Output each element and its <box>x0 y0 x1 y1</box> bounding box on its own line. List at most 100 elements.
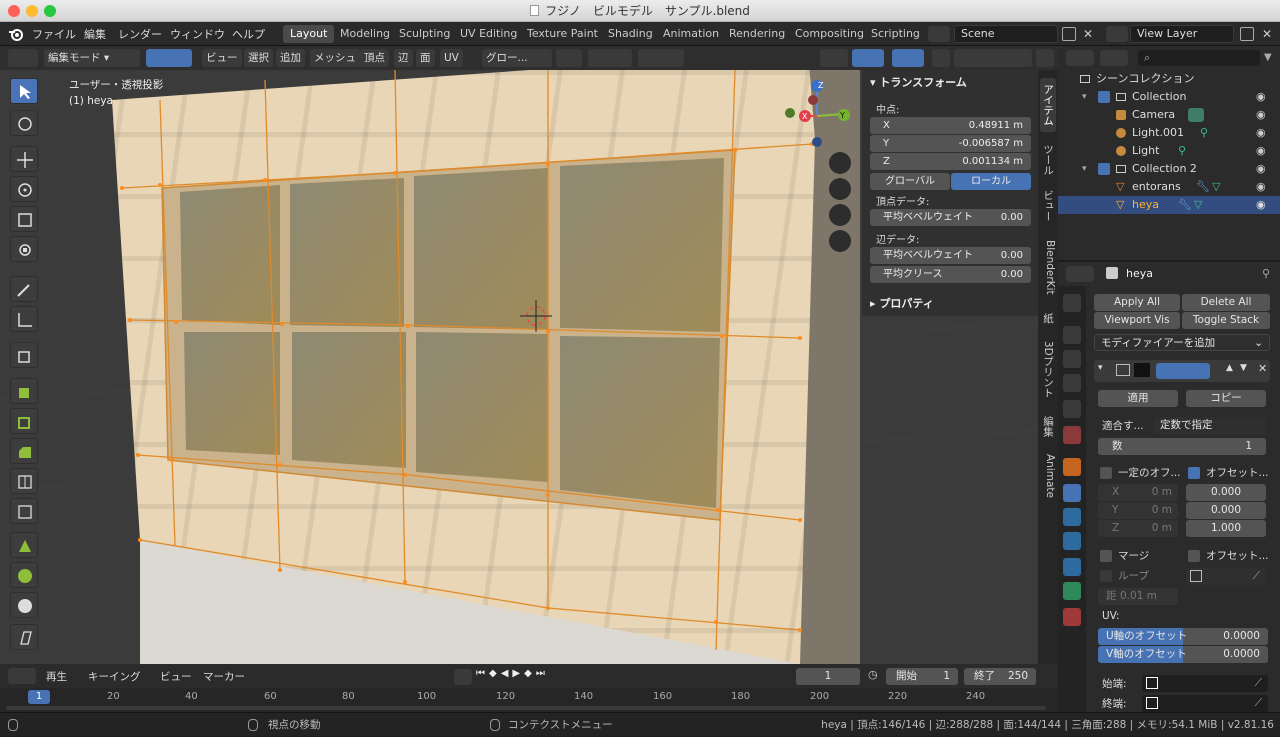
eye-icon[interactable]: ◉ <box>1256 106 1266 124</box>
timeline-scrollbar[interactable] <box>6 706 1046 710</box>
start-frame-field[interactable]: 開始 1 <box>886 668 958 685</box>
viewport-vis-button[interactable]: Viewport Vis <box>1094 312 1180 329</box>
apply-all-button[interactable]: Apply All <box>1094 294 1180 311</box>
add-modifier-dropdown[interactable]: モディファイアーを追加 ⌄ <box>1094 334 1270 351</box>
timeline-editor-type-icon[interactable] <box>8 668 36 684</box>
poly-build-tool[interactable] <box>10 532 38 558</box>
loop-cut-tool[interactable] <box>10 468 38 494</box>
tab-item[interactable]: アイテム <box>1040 78 1056 132</box>
workspace-tab-shading[interactable]: Shading <box>601 25 660 43</box>
measure-tool[interactable] <box>10 306 38 332</box>
global-toggle[interactable]: グローバル <box>870 173 950 190</box>
scene-selector-icon[interactable] <box>928 26 950 42</box>
knife-tool[interactable] <box>10 498 38 524</box>
smooth-tool[interactable] <box>10 592 38 618</box>
next-keyframe-icon[interactable]: ◆ <box>524 668 536 679</box>
merge-checkbox[interactable] <box>1100 550 1112 562</box>
modifier-header[interactable]: ▾ ▲ ▼ ✕ <box>1094 360 1270 382</box>
workspace-tab-sculpting[interactable]: Sculpting <box>392 25 457 43</box>
outliner-row-camera[interactable]: Camera ◉ <box>1058 106 1280 124</box>
orientation-dropdown[interactable]: グロー... <box>482 49 552 67</box>
workspace-tab-uv-editing[interactable]: UV Editing <box>453 25 524 43</box>
eye-icon[interactable]: ◉ <box>1256 178 1266 196</box>
output-tab-icon[interactable] <box>1063 350 1081 368</box>
current-frame-field[interactable]: 1 <box>796 668 860 685</box>
shading-mode-icons[interactable] <box>954 49 1032 67</box>
remove-view-layer-icon[interactable]: ✕ <box>1262 27 1272 41</box>
pin-icon[interactable]: ⚲ <box>1262 267 1270 280</box>
merge-distance-field[interactable]: 距 0.01 m <box>1098 588 1178 605</box>
delete-all-button[interactable]: Delete All <box>1182 294 1270 311</box>
menu-uv[interactable]: UV <box>440 49 463 67</box>
outliner-row-light[interactable]: Light ⚲ ◉ <box>1058 142 1280 160</box>
tab-animate[interactable]: Animate <box>1040 450 1056 502</box>
select-mode-buttons[interactable] <box>146 49 192 67</box>
start-cap-field[interactable]: ⟋ <box>1142 675 1268 692</box>
relative-offset-checkbox[interactable] <box>1188 467 1200 479</box>
copy-modifier-button[interactable]: コピー <box>1186 390 1266 407</box>
snap-icon[interactable] <box>588 49 632 67</box>
menu-window[interactable]: ウィンドウ <box>170 26 225 42</box>
eyedropper-icon[interactable]: ⟋ <box>1255 675 1262 692</box>
toggle-stack-button[interactable]: Toggle Stack <box>1182 312 1270 329</box>
frame-ruler[interactable]: 1 20 40 60 80 100 120 140 160 180 200 22… <box>0 688 1058 712</box>
tool-settings-tab-icon[interactable] <box>1063 294 1081 312</box>
end-cap-field[interactable]: ⟋ <box>1142 695 1268 712</box>
scene-tab-icon[interactable] <box>1063 400 1081 418</box>
gizmo-toggle-icon[interactable] <box>852 49 884 67</box>
eyedropper-icon[interactable]: ⟋ <box>1253 568 1260 585</box>
material-tab-icon[interactable] <box>1063 608 1081 626</box>
shading-options-icon[interactable] <box>1036 49 1054 67</box>
count-field[interactable]: 数1 <box>1098 438 1266 455</box>
menu-add[interactable]: 追加 <box>276 49 305 67</box>
properties-section-header[interactable]: ▸ プロパティ <box>870 295 934 311</box>
perspective-grid-icon[interactable] <box>829 230 851 252</box>
median-z-field[interactable]: Z 0.001134 m <box>870 153 1031 170</box>
expand-arrow-icon[interactable]: ▾ <box>1082 88 1087 106</box>
u-offset-slider[interactable]: U軸のオフセット 0.0000 <box>1098 628 1268 645</box>
cursor-tool[interactable] <box>10 110 38 136</box>
edge-bevel-field[interactable]: 平均ベベルウェイト 0.00 <box>870 247 1031 264</box>
workspace-tab-animation[interactable]: Animation <box>656 25 726 43</box>
object-offset-checkbox[interactable] <box>1188 550 1200 562</box>
editor-type-icon[interactable] <box>8 49 38 67</box>
constant-offset-x[interactable]: X 0 m <box>1098 484 1178 501</box>
eye-icon[interactable]: ◉ <box>1256 124 1266 142</box>
relative-offset-y[interactable]: 0.000 <box>1186 502 1266 519</box>
tab-edit[interactable]: 編集 <box>1040 412 1056 440</box>
eye-icon[interactable]: ◉ <box>1256 142 1266 160</box>
zoom-window-button[interactable] <box>44 5 56 17</box>
menu-face[interactable]: 面 <box>416 49 435 67</box>
loop-checkbox[interactable] <box>1100 570 1112 582</box>
view-layer-selector-icon[interactable] <box>1106 26 1128 42</box>
shear-tool[interactable] <box>10 624 38 650</box>
outliner-row-heya[interactable]: ▽ heya 🔧︎ ▽ ◉ <box>1058 196 1280 214</box>
menu-view[interactable]: ビュー <box>202 49 242 67</box>
expand-arrow-icon[interactable]: ▾ <box>1082 160 1087 178</box>
add-cube-tool[interactable] <box>10 342 38 368</box>
close-window-button[interactable] <box>8 5 20 17</box>
transform-section-header[interactable]: ▾ トランスフォーム <box>870 74 967 90</box>
workspace-tab-layout[interactable]: Layout <box>283 25 335 43</box>
view-layer-field[interactable]: View Layer <box>1130 25 1234 43</box>
crease-field[interactable]: 平均クリース 0.00 <box>870 266 1031 283</box>
tab-3d-print[interactable]: 3Dプリント <box>1040 336 1056 402</box>
menu-file[interactable]: ファイル <box>32 26 76 42</box>
constant-offset-checkbox[interactable] <box>1100 467 1112 479</box>
relative-offset-x[interactable]: 0.000 <box>1186 484 1266 501</box>
xray-toggle-icon[interactable] <box>932 49 950 67</box>
menu-edge[interactable]: 辺 <box>394 49 413 67</box>
proportional-edit-icon[interactable] <box>638 49 684 67</box>
pan-hand-icon[interactable] <box>829 178 851 200</box>
jump-start-icon[interactable]: ⏮ <box>476 668 489 679</box>
eye-icon[interactable]: ◉ <box>1256 88 1266 106</box>
prev-keyframe-icon[interactable]: ◆ <box>489 668 501 679</box>
tab-blenderkit[interactable]: BlenderKit <box>1040 234 1056 300</box>
eye-icon[interactable]: ◉ <box>1256 160 1266 178</box>
playback-controls[interactable]: ⏮◆◀▶◆⏭ <box>476 668 549 684</box>
tab-view[interactable]: ビュー <box>1040 188 1056 224</box>
spin-tool[interactable] <box>10 562 38 588</box>
move-up-icon[interactable]: ▲ <box>1226 363 1233 373</box>
menu-edit[interactable]: 編集 <box>84 26 106 42</box>
menu-mesh[interactable]: メッシュ <box>310 49 360 67</box>
